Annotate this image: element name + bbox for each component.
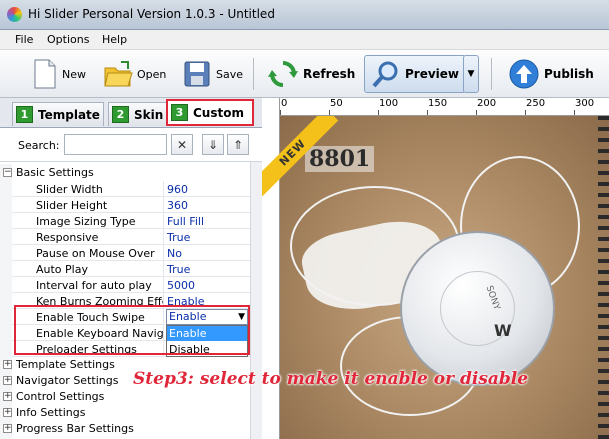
open-folder-icon <box>104 61 133 87</box>
highlight-box <box>14 305 250 355</box>
property-row[interactable]: Pause on Mouse Over No <box>12 245 250 261</box>
property-row[interactable]: Interval for auto play 5000 <box>12 277 250 293</box>
ruler-tick-label: 150 <box>428 98 448 109</box>
collapse-icon: − <box>3 167 12 177</box>
sort-down-button[interactable]: ⇓ <box>202 134 224 155</box>
clear-search-button[interactable]: ✕ <box>171 134 193 155</box>
sort-up-button[interactable]: ⇑ <box>227 134 249 155</box>
horizontal-ruler: 0 50 100 150 200 250 300 <box>280 98 609 116</box>
menu-bar: File Options Help <box>0 30 609 50</box>
new-document-icon <box>34 59 56 89</box>
title-bar: Hi Slider Personal Version 1.0.3 - Untit… <box>0 0 609 30</box>
chevron-down-icon: ▼ <box>467 69 475 79</box>
ruler-tick-label: 200 <box>477 98 497 109</box>
close-icon: ✕ <box>176 137 188 152</box>
search-input[interactable] <box>64 134 167 155</box>
search-row: Search: ✕ ⇓ ⇑ <box>0 129 262 162</box>
expand-icon: + <box>3 375 12 385</box>
toolbar: New Open Save Refresh Preview ▼ Publish <box>0 50 609 98</box>
sort-up-icon: ⇑ <box>232 137 244 152</box>
tab-custom[interactable]: 3 Custom <box>166 99 254 126</box>
refresh-button[interactable]: Refresh <box>267 55 355 93</box>
preview-button[interactable]: Preview <box>364 55 467 93</box>
sort-down-icon: ⇓ <box>207 137 219 152</box>
tab-skin[interactable]: 2 Skin <box>108 102 168 126</box>
notebook-spiral <box>598 116 609 439</box>
open-button[interactable]: Open <box>103 55 166 93</box>
tab-template[interactable]: 1 Template <box>12 102 104 126</box>
toolbar-separator <box>253 58 254 90</box>
category-info-settings[interactable]: + Info Settings <box>3 405 163 421</box>
menu-help[interactable]: Help <box>102 33 127 46</box>
property-row[interactable]: Image Sizing Type Full Fill <box>12 213 250 229</box>
step-annotation: Step3: select to make it enable or disab… <box>133 369 529 389</box>
category-basic-settings[interactable]: − Basic Settings <box>3 165 163 181</box>
music-player-image: SONY W <box>400 231 555 386</box>
ruler-tick-label: 0 <box>281 98 288 109</box>
expand-icon: + <box>3 391 12 401</box>
publish-button[interactable]: Publish <box>508 55 594 93</box>
panel-tabs: 1 Template 2 Skin 3 Custom <box>0 98 262 128</box>
ruler-tick-label: 100 <box>379 98 399 109</box>
property-row[interactable]: Slider Height 360 <box>12 197 250 213</box>
category-progress-bar-settings[interactable]: + Progress Bar Settings <box>3 421 163 437</box>
publish-upload-icon <box>509 59 539 89</box>
category-control-settings[interactable]: + Control Settings <box>3 389 163 405</box>
expand-icon: + <box>3 407 12 417</box>
app-icon <box>7 7 22 22</box>
search-label: Search: <box>18 139 60 152</box>
refresh-icon <box>268 61 298 87</box>
expand-icon: + <box>3 359 12 369</box>
magnifier-icon <box>372 61 398 88</box>
ruler-tick-label: 300 <box>575 98 595 109</box>
new-badge: NEW <box>262 116 342 196</box>
ruler-tick-label: 250 <box>526 98 546 109</box>
preview-dropdown-button[interactable]: ▼ <box>463 55 479 93</box>
expand-icon: + <box>3 423 12 433</box>
toolbar-separator <box>491 58 492 90</box>
property-row[interactable]: Slider Width 960 <box>12 181 250 197</box>
ruler-tick-label: 50 <box>330 98 343 109</box>
window-title: Hi Slider Personal Version 1.0.3 - Untit… <box>28 7 275 21</box>
grid-scrollbar[interactable] <box>250 162 262 439</box>
menu-options[interactable]: Options <box>47 33 89 46</box>
property-grid: − Basic Settings Slider Width 960 Slider… <box>3 164 250 439</box>
menu-file[interactable]: File <box>15 33 33 46</box>
save-button[interactable]: Save <box>182 55 243 93</box>
property-row[interactable]: Auto Play True <box>12 261 250 277</box>
new-button[interactable]: New <box>32 55 86 93</box>
property-row[interactable]: Responsive True <box>12 229 250 245</box>
save-disk-icon <box>184 61 210 87</box>
